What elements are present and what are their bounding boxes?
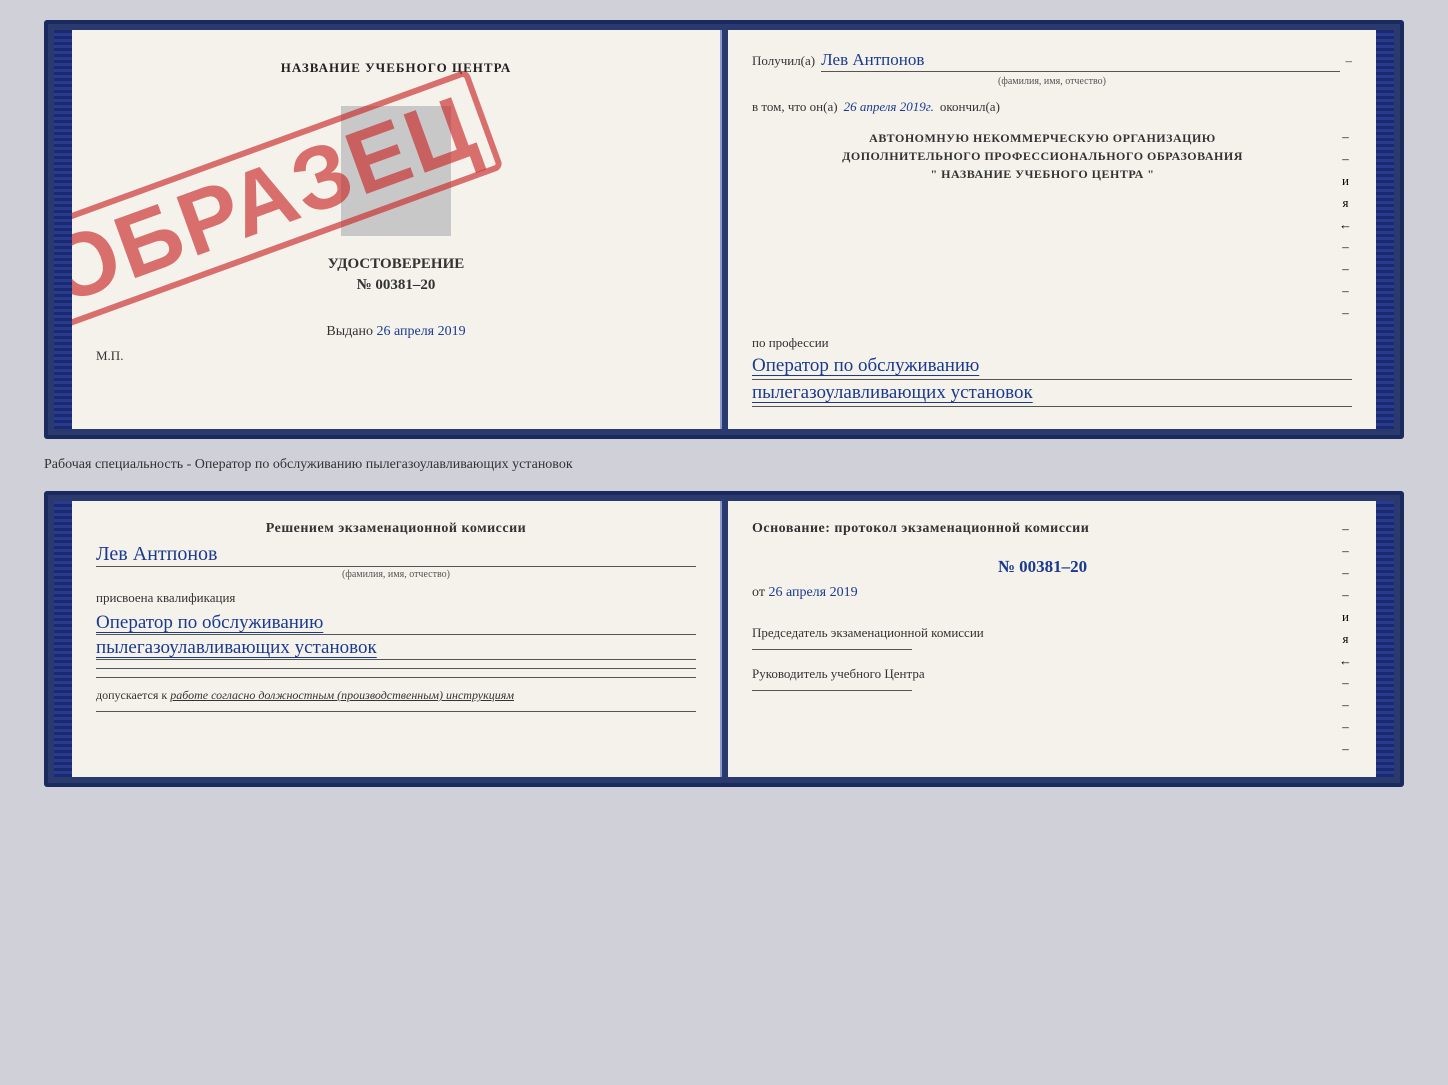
right-char-i: и [1342, 609, 1349, 625]
right-dash-5: – [1342, 675, 1349, 691]
profession-line2: пылегазоулавливающих установок [752, 382, 1352, 407]
side-char-i: и [1342, 173, 1349, 189]
director-signature-line [752, 690, 912, 691]
side-dash-5: – [1342, 283, 1349, 299]
side-dash-2: – [1342, 151, 1349, 167]
right-dash-2: – [1342, 543, 1349, 559]
issue-date-label: Выдано [326, 324, 373, 339]
completion-date: 26 апреля 2019г. [844, 99, 934, 115]
lower-spine-right [1376, 501, 1394, 777]
in-that-prefix: в том, что он(а) [752, 99, 838, 115]
допускается-text: работе согласно должностным (производств… [170, 688, 514, 702]
mp-label: М.П. [96, 348, 696, 364]
training-center-title: НАЗВАНИЕ УЧЕБНОГО ЦЕНТРА [96, 60, 696, 76]
spine-right [1376, 30, 1394, 429]
qual-line2: пылегазоулавливающих установок [96, 637, 696, 660]
lower-spine-left [54, 501, 72, 777]
qual-decision: Решением экзаменационной комиссии [96, 521, 696, 537]
upper-right-page: Получил(а) Лев Антпонов – (фамилия, имя,… [728, 30, 1376, 429]
right-dash-3: – [1342, 565, 1349, 581]
protocol-number: № 00381–20 [752, 557, 1333, 577]
lower-left-page: Решением экзаменационной комиссии Лев Ан… [72, 501, 722, 777]
side-char-ya: я [1343, 195, 1349, 211]
right-arrow: ← [1339, 653, 1352, 669]
chairman-label: Председатель экзаменационной комиссии [752, 625, 1333, 641]
right-dash-7: – [1342, 719, 1349, 735]
blank-line-1 [96, 668, 696, 669]
right-dash-4: – [1342, 587, 1349, 603]
lower-right-page: Основание: протокол экзаменационной коми… [728, 501, 1376, 777]
document-container: НАЗВАНИЕ УЧЕБНОГО ЦЕНТРА ОБРАЗЕЦ УДОСТОВ… [44, 20, 1404, 787]
basis-label: Основание: протокол экзаменационной коми… [752, 521, 1333, 537]
side-dash-1: – [1342, 129, 1349, 145]
blank-line-3 [96, 711, 696, 712]
director-label: Руководитель учебного Центра [752, 666, 1333, 682]
profession-label: по профессии [752, 335, 1352, 351]
side-dash-6: – [1342, 305, 1349, 321]
org-line3: " НАЗВАНИЕ УЧЕБНОГО ЦЕНТРА " [752, 165, 1333, 183]
side-dash-3: – [1342, 239, 1349, 255]
org-line1: АВТОНОМНУЮ НЕКОММЕРЧЕСКУЮ ОРГАНИЗАЦИЮ [752, 129, 1333, 147]
cert-label: УДОСТОВЕРЕНИЕ [96, 256, 696, 273]
director-block: Руководитель учебного Центра [752, 666, 1333, 691]
profession-line1: Оператор по обслуживанию [752, 355, 1352, 380]
completion-line: в том, что он(а) 26 апреля 2019г. окончи… [752, 99, 1352, 115]
org-line2: ДОПОЛНИТЕЛЬНОГО ПРОФЕССИОНАЛЬНОГО ОБРАЗО… [752, 147, 1333, 165]
spine-left [54, 30, 72, 429]
finished-label: окончил(а) [940, 99, 1000, 115]
qual-person-name: Лев Антпонов [96, 543, 696, 567]
допускается-block: допускается к работе согласно должностны… [96, 688, 696, 703]
chairman-signature-line [752, 649, 912, 650]
qual-fio-subtitle: (фамилия, имя, отчество) [96, 569, 696, 580]
lower-qualification-book: Решением экзаменационной комиссии Лев Ан… [44, 491, 1404, 787]
issue-date-value: 26 апреля 2019 [376, 324, 465, 340]
right-char-ya: я [1343, 631, 1349, 647]
side-dash-4: – [1342, 261, 1349, 277]
chairman-block: Председатель экзаменационной комиссии [752, 625, 1333, 650]
right-dash-1: – [1342, 521, 1349, 537]
qual-assigned-label: присвоена квалификация [96, 590, 696, 606]
org-block: АВТОНОМНУЮ НЕКОММЕРЧЕСКУЮ ОРГАНИЗАЦИЮ ДО… [752, 129, 1352, 321]
protocol-date: от 26 апреля 2019 [752, 585, 1333, 601]
cert-issue-date: Выдано 26 апреля 2019 [96, 324, 696, 340]
protocol-date-value: 26 апреля 2019 [768, 585, 857, 600]
side-arrow: ← [1339, 217, 1352, 233]
qual-line1: Оператор по обслуживанию [96, 612, 696, 635]
cert-number: № 00381–20 [96, 277, 696, 294]
recipient-line: Получил(а) Лев Антпонов – [752, 50, 1352, 72]
fio-subtitle: (фамилия, имя, отчество) [752, 76, 1352, 87]
date-prefix: от [752, 585, 765, 600]
recipient-prefix: Получил(а) [752, 53, 815, 69]
upper-left-page: НАЗВАНИЕ УЧЕБНОГО ЦЕНТРА ОБРАЗЕЦ УДОСТОВ… [72, 30, 722, 429]
upper-certificate-book: НАЗВАНИЕ УЧЕБНОГО ЦЕНТРА ОБРАЗЕЦ УДОСТОВ… [44, 20, 1404, 439]
dash-separator: – [1346, 53, 1353, 69]
specialty-label: Рабочая специальность - Оператор по обсл… [44, 451, 1404, 479]
recipient-name: Лев Антпонов [821, 50, 1339, 72]
right-dash-6: – [1342, 697, 1349, 713]
photo-placeholder [341, 106, 451, 236]
blank-line-2 [96, 677, 696, 678]
right-dash-8: – [1342, 741, 1349, 757]
допускается-prefix: допускается к [96, 688, 167, 702]
